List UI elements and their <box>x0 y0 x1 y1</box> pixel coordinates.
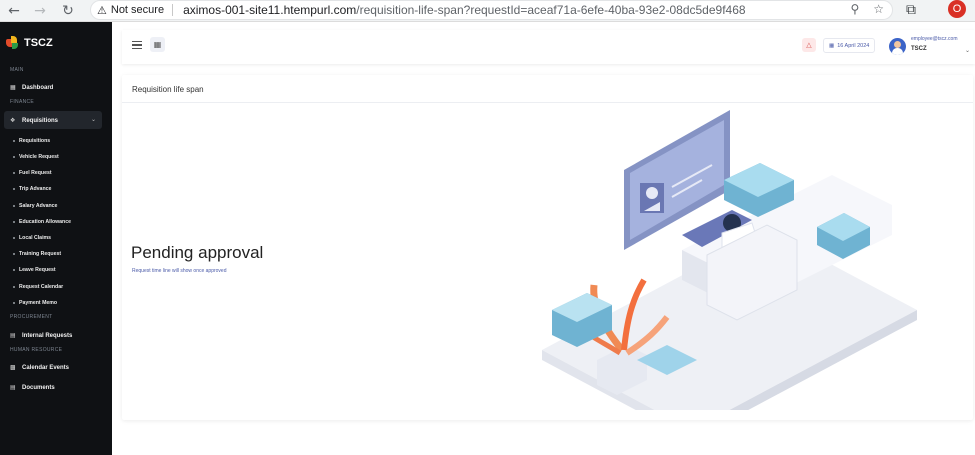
apps-grid-icon[interactable]: ▦ <box>150 37 165 52</box>
sidebar-sub-vehicle-request[interactable]: Vehicle Request <box>13 154 59 160</box>
sidebar-sub-local-claims[interactable]: Local Claims <box>13 235 51 241</box>
sidebar-item-label: Documents <box>22 384 55 391</box>
url-path: /requisition-life-span?requestId=aceaf71… <box>356 3 746 17</box>
url-text[interactable]: aximos-001-site11.htempurl.com/requisiti… <box>183 3 745 17</box>
sidebar-sub-leave-request[interactable]: Leave Request <box>13 267 56 273</box>
date-display[interactable]: ▦ 16 April 2024 <box>823 38 876 53</box>
calendar-icon: ▦ <box>829 42 835 49</box>
zoom-icon[interactable]: ⚲ <box>850 2 859 16</box>
date-text: 16 April 2024 <box>837 42 870 49</box>
requisition-life-span-card: Requisition life span Pending approval R… <box>122 75 973 420</box>
sub-label: Requisitions <box>19 138 51 144</box>
sidebar-item-documents[interactable]: ▤ Documents <box>10 384 55 391</box>
security-label[interactable]: Not secure <box>111 4 174 16</box>
section-main: MAIN <box>10 67 24 73</box>
section-human-resource: HUMAN RESOURCE <box>10 347 63 353</box>
status-heading: Pending approval <box>131 243 264 262</box>
section-procurement: PROCUREMENT <box>10 314 53 320</box>
menu-toggle-icon[interactable] <box>132 41 142 49</box>
bullet-icon <box>13 172 15 174</box>
user-email[interactable]: employee@tscz.com <box>911 36 957 42</box>
sidebar-group-label[interactable]: ❖ Requisitions <box>10 117 58 124</box>
workspace-illustration <box>542 110 917 410</box>
forward-icon[interactable]: → <box>26 0 54 22</box>
card-title: Requisition life span <box>132 85 204 94</box>
bullet-icon <box>13 156 15 158</box>
url-host: aximos-001-site11.htempurl.com <box>183 3 357 17</box>
file-icon: ▤ <box>10 384 16 391</box>
bullet-icon <box>13 205 15 207</box>
user-avatar[interactable] <box>889 38 906 55</box>
app-header: ▦ △ ▦ 16 April 2024 employee@tscz.com TS… <box>122 30 975 64</box>
sub-label: Payment Memo <box>19 300 58 306</box>
sub-label: Trip Advance <box>19 186 52 192</box>
sidebar-sub-payment-memo[interactable]: Payment Memo <box>13 300 57 306</box>
bullet-icon <box>13 237 15 239</box>
bullet-icon <box>13 253 15 255</box>
sidebar-item-label: Dashboard <box>22 84 54 91</box>
extensions-icon[interactable]: ⧉ <box>906 2 916 18</box>
sub-label: Salary Advance <box>19 203 58 209</box>
bullet-icon <box>13 188 15 190</box>
brand-name: TSCZ <box>24 36 53 49</box>
bullet-icon <box>13 140 15 142</box>
status-subtext: Request time line will show once approve… <box>132 268 227 274</box>
chevron-down-icon: ⌄ <box>90 116 96 123</box>
sidebar-sub-fuel-request[interactable]: Fuel Request <box>13 170 52 176</box>
sub-label: Education Allowance <box>19 219 71 225</box>
sub-label: Vehicle Request <box>19 154 59 160</box>
warning-icon: ⚠ <box>97 3 107 17</box>
sidebar-item-dashboard[interactable]: ▦ Dashboard <box>10 84 53 91</box>
sidebar: TSCZ MAIN ▦ Dashboard FINANCE ⌄ ❖ Requis… <box>0 22 112 455</box>
sub-label: Leave Request <box>19 267 56 273</box>
sidebar-item-internal-requests[interactable]: ▤ Internal Requests <box>10 332 72 339</box>
document-icon: ▤ <box>10 332 16 339</box>
bullet-icon <box>13 302 15 304</box>
section-finance: FINANCE <box>10 99 35 105</box>
address-bar[interactable]: ⚠ Not secure aximos-001-site11.htempurl.… <box>90 0 893 20</box>
sidebar-sub-trip-advance[interactable]: Trip Advance <box>13 186 51 192</box>
bullet-icon <box>13 286 15 288</box>
divider <box>122 102 973 103</box>
sidebar-sub-request-calendar[interactable]: Request Calendar <box>13 284 63 290</box>
sub-label: Training Request <box>19 251 62 257</box>
dashboard-icon: ▦ <box>10 84 16 91</box>
sidebar-item-label: Internal Requests <box>22 332 73 339</box>
bullet-icon <box>13 269 15 271</box>
sidebar-sub-salary-advance[interactable]: Salary Advance <box>13 203 57 209</box>
back-icon[interactable]: ← <box>0 0 28 22</box>
sidebar-sub-requisitions[interactable]: Requisitions <box>13 138 50 144</box>
logo-icon <box>6 36 19 49</box>
bookmark-star-icon[interactable]: ☆ <box>873 2 884 16</box>
brand-logo[interactable]: TSCZ <box>6 36 53 49</box>
sidebar-sub-education-allowance[interactable]: Education Allowance <box>13 219 71 225</box>
sidebar-item-calendar-events[interactable]: ▩ Calendar Events <box>10 364 69 371</box>
notification-bell-icon[interactable]: △ <box>802 38 816 52</box>
reload-icon[interactable]: ↻ <box>54 0 82 22</box>
sidebar-item-label: Requisitions <box>22 117 59 124</box>
calendar-icon: ▩ <box>10 364 16 371</box>
sub-label: Request Calendar <box>19 284 64 290</box>
sidebar-item-label: Calendar Events <box>22 364 70 371</box>
user-name[interactable]: TSCZ <box>911 46 927 52</box>
sidebar-sub-training-request[interactable]: Training Request <box>13 251 61 257</box>
chevron-down-icon[interactable]: ⌄ <box>965 47 970 54</box>
browser-toolbar: ← → ↻ ⚠ Not secure aximos-001-site11.hte… <box>0 0 975 22</box>
profile-avatar[interactable]: O <box>948 0 966 18</box>
sub-label: Local Claims <box>19 235 52 241</box>
sub-label: Fuel Request <box>19 170 52 176</box>
requisitions-icon: ❖ <box>10 117 16 124</box>
bullet-icon <box>13 221 15 223</box>
